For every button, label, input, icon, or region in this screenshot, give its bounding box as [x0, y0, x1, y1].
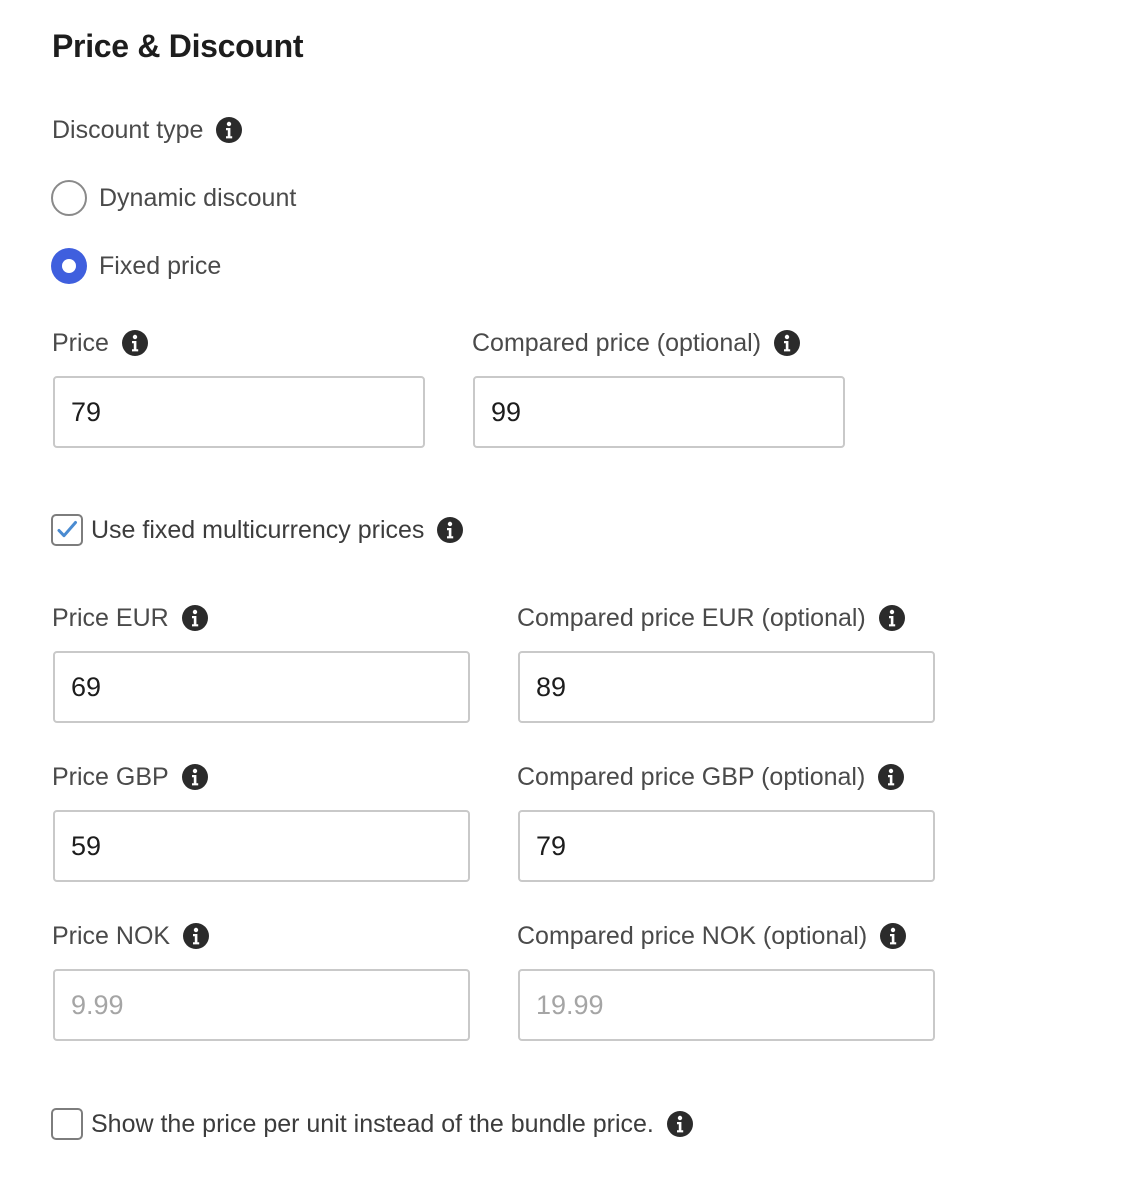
info-icon[interactable] [773, 329, 801, 357]
compared-price-label: Compared price (optional) [472, 325, 801, 361]
radio-button-checked[interactable] [51, 248, 87, 284]
price-nok-label: Price NOK [52, 918, 210, 954]
price-eur-label: Price EUR [52, 600, 209, 636]
radio-button-unchecked[interactable] [51, 180, 87, 216]
radio-label-fixed-price: Fixed price [99, 251, 222, 280]
unit-price-label: Show the price per unit instead of the b… [91, 1109, 654, 1138]
price-nok-input[interactable] [53, 969, 470, 1041]
checkmark-icon [57, 521, 77, 538]
info-icon[interactable] [878, 604, 906, 632]
compared-price-label-text: Compared price (optional) [472, 328, 762, 357]
compared-price-eur-label-text: Compared price EUR (optional) [517, 603, 866, 632]
price-gbp-label: Price GBP [52, 759, 209, 795]
compared-price-nok-label-text: Compared price NOK (optional) [517, 921, 868, 950]
info-icon[interactable] [436, 516, 464, 544]
compared-price-eur-label: Compared price EUR (optional) [517, 600, 906, 636]
info-icon[interactable] [666, 1110, 694, 1138]
info-icon[interactable] [182, 922, 210, 950]
price-gbp-label-text: Price GBP [52, 762, 169, 791]
radio-fixed-price[interactable]: Fixed price [51, 248, 221, 284]
unit-price-checkbox[interactable] [51, 1108, 83, 1140]
price-eur-label-text: Price EUR [52, 603, 169, 632]
info-icon[interactable] [181, 604, 209, 632]
price-gbp-input[interactable] [53, 810, 470, 882]
compared-price-gbp-label-text: Compared price GBP (optional) [517, 762, 866, 791]
price-label-text: Price [52, 328, 109, 357]
price-input[interactable] [53, 376, 425, 448]
compared-price-gbp-input[interactable] [518, 810, 935, 882]
multicurrency-checkbox[interactable] [51, 514, 83, 546]
info-icon[interactable] [877, 763, 905, 791]
info-icon[interactable] [879, 922, 907, 950]
info-icon[interactable] [121, 329, 149, 357]
discount-type-label-text: Discount type [52, 115, 204, 144]
price-nok-label-text: Price NOK [52, 921, 171, 950]
multicurrency-label: Use fixed multicurrency prices [91, 515, 425, 544]
info-icon[interactable] [181, 763, 209, 791]
compared-price-input[interactable] [473, 376, 845, 448]
radio-dynamic-discount[interactable]: Dynamic discount [51, 180, 296, 216]
compared-price-nok-input[interactable] [518, 969, 935, 1041]
compared-price-gbp-label: Compared price GBP (optional) [517, 759, 905, 795]
compared-price-nok-label: Compared price NOK (optional) [517, 918, 907, 954]
multicurrency-checkbox-row[interactable]: Use fixed multicurrency prices [51, 514, 464, 546]
info-icon[interactable] [215, 116, 243, 144]
price-eur-input[interactable] [53, 651, 470, 723]
section-title: Price & Discount [52, 28, 304, 64]
radio-label-dynamic-discount: Dynamic discount [99, 183, 297, 212]
price-label: Price [52, 325, 149, 361]
discount-type-label: Discount type [52, 112, 243, 148]
compared-price-eur-input[interactable] [518, 651, 935, 723]
unit-price-checkbox-row[interactable]: Show the price per unit instead of the b… [51, 1108, 694, 1140]
